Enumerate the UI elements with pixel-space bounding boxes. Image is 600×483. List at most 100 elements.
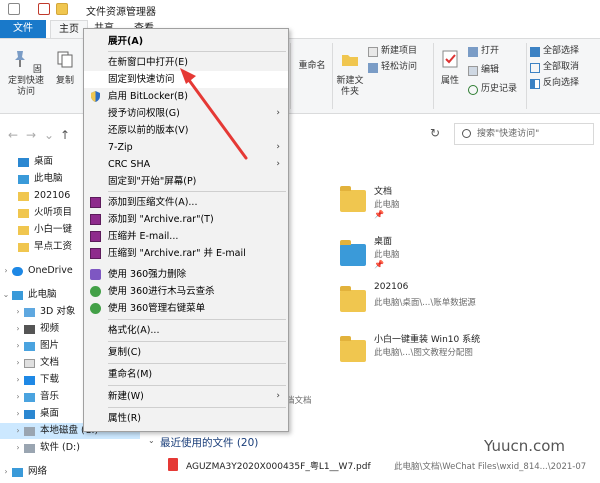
chevron-down-icon[interactable]: ⌄ bbox=[0, 287, 12, 303]
ribbon-divider bbox=[526, 43, 527, 109]
nav-label: 桌面 bbox=[40, 408, 60, 419]
chevron-right-icon[interactable]: › bbox=[12, 304, 24, 320]
submenu-arrow-icon: › bbox=[276, 142, 280, 152]
select-all-button[interactable]: 全部选择 bbox=[530, 45, 579, 58]
chevron-down-icon[interactable]: ⌄ bbox=[148, 436, 155, 445]
chevron-right-icon[interactable]: › bbox=[12, 355, 24, 371]
menu-item-compress-email[interactable]: 压缩并 E-mail... bbox=[84, 228, 288, 245]
submenu-arrow-icon: › bbox=[276, 108, 280, 118]
winrar-icon bbox=[90, 231, 101, 242]
nav-label: 音乐 bbox=[40, 391, 60, 402]
menu-item-rename[interactable]: 重命名(M) bbox=[84, 366, 288, 383]
menu-item-new[interactable]: 新建(W) › bbox=[84, 388, 288, 405]
nav-label: 软件 (D:) bbox=[40, 442, 80, 453]
menu-item-360-scan[interactable]: 使用 360进行木马云查杀 bbox=[84, 283, 288, 300]
new-folder-icon bbox=[342, 55, 358, 66]
recent-file-name[interactable]: AGUZMA3Y2020X000435F_粤L1__W7.pdf bbox=[186, 459, 371, 472]
menu-label: 授予访问权限(G) bbox=[108, 108, 180, 119]
menu-item-grant-access[interactable]: 授予访问权限(G) › bbox=[84, 105, 288, 122]
new-item-button[interactable]: 新建项目 bbox=[368, 45, 417, 58]
back-arrow-icon[interactable]: ← bbox=[8, 128, 18, 142]
folder-202106-icon[interactable] bbox=[340, 286, 366, 312]
nav-label: 此电脑 bbox=[34, 173, 63, 184]
copy-button[interactable]: 复制 bbox=[52, 49, 78, 87]
menu-separator bbox=[108, 319, 286, 320]
forward-arrow-icon[interactable]: → bbox=[26, 128, 36, 142]
invert-selection-button[interactable]: 反向选择 bbox=[530, 77, 579, 90]
recent-files-header[interactable]: 最近使用的文件 (20) bbox=[160, 435, 258, 450]
nav-item-network[interactable]: › 网络 bbox=[0, 464, 140, 480]
folder-name[interactable]: 桌面 bbox=[374, 234, 392, 247]
menu-label: 压缩并 E-mail... bbox=[108, 231, 179, 242]
easy-access-button[interactable]: 轻松访问 bbox=[368, 61, 417, 74]
chevron-right-icon[interactable]: › bbox=[0, 263, 12, 279]
nav-item-drive-d[interactable]: › 软件 (D:) bbox=[0, 440, 140, 456]
chevron-right-icon[interactable]: › bbox=[12, 389, 24, 405]
up-arrow-icon[interactable]: ↑ bbox=[60, 128, 70, 142]
menu-label: 压缩到 "Archive.rar" 并 E-mail bbox=[108, 248, 246, 259]
menu-item-360-delete[interactable]: 使用 360强力删除 bbox=[84, 266, 288, 283]
new-item-label: 新建项目 bbox=[381, 46, 418, 56]
menu-separator bbox=[108, 341, 286, 342]
nav-label: 小白一键 bbox=[34, 224, 73, 235]
drive-icon bbox=[24, 426, 35, 436]
menu-item-bitlocker[interactable]: 启用 BitLocker(B) bbox=[84, 88, 288, 105]
recent-locations-icon[interactable]: ⌄ bbox=[44, 128, 54, 142]
folder-name[interactable]: 文档 bbox=[374, 184, 392, 197]
easy-access-icon bbox=[368, 62, 378, 73]
search-placeholder: 搜索"快速访问" bbox=[477, 129, 540, 139]
folder-documents-icon[interactable] bbox=[340, 186, 366, 212]
menu-item-copy[interactable]: 复制(C) bbox=[84, 344, 288, 361]
tab-file[interactable]: 文件 bbox=[0, 20, 46, 38]
search-input[interactable]: 搜索"快速访问" bbox=[454, 123, 594, 145]
new-folder-quick-icon[interactable] bbox=[56, 3, 68, 15]
folder-name[interactable]: 202106 bbox=[374, 282, 408, 292]
chevron-right-icon[interactable]: › bbox=[12, 321, 24, 337]
menu-item-add-archive-rar[interactable]: 添加到 "Archive.rar"(T) bbox=[84, 211, 288, 228]
history-button[interactable]: 历史记录 bbox=[468, 83, 517, 96]
folder-icon bbox=[18, 191, 29, 201]
edit-button[interactable]: 编辑 bbox=[468, 64, 499, 77]
submenu-arrow-icon: › bbox=[276, 159, 280, 169]
chevron-right-icon[interactable]: › bbox=[12, 423, 24, 439]
chevron-right-icon[interactable]: › bbox=[12, 440, 24, 456]
menu-item-compress-rar-email[interactable]: 压缩到 "Archive.rar" 并 E-mail bbox=[84, 245, 288, 262]
menu-item-open-new-window[interactable]: 在新窗口中打开(E) bbox=[84, 54, 288, 71]
360-delete-icon bbox=[90, 269, 101, 280]
open-button[interactable]: 打开 bbox=[468, 45, 499, 58]
properties-quick-icon[interactable] bbox=[38, 3, 50, 15]
folder-xiaobai-icon[interactable] bbox=[340, 336, 366, 362]
menu-item-properties[interactable]: 属性(R) bbox=[84, 410, 288, 427]
menu-item-7zip[interactable]: 7-Zip › bbox=[84, 139, 288, 156]
pin-quick-access-button[interactable]: 固定到快速访问 bbox=[6, 49, 46, 98]
menu-label: CRC SHA bbox=[108, 159, 151, 170]
menu-item-format[interactable]: 格式化(A)... bbox=[84, 322, 288, 339]
chevron-right-icon[interactable]: › bbox=[12, 338, 24, 354]
menu-item-restore-versions[interactable]: 还原以前的版本(V) bbox=[84, 122, 288, 139]
chevron-right-icon[interactable]: › bbox=[12, 406, 24, 422]
submenu-arrow-icon: › bbox=[276, 391, 280, 401]
menu-item-pin-quick-access[interactable]: 固定到快速访问 bbox=[84, 71, 288, 88]
desktop-icon bbox=[18, 157, 29, 167]
new-folder-button[interactable]: 新建文件夹 bbox=[335, 49, 365, 98]
menu-item-pin-start[interactable]: 固定到"开始"屏幕(P) bbox=[84, 173, 288, 190]
menu-separator bbox=[108, 407, 286, 408]
360-scan-icon bbox=[90, 286, 101, 297]
select-none-button[interactable]: 全部取消 bbox=[530, 61, 579, 74]
chevron-right-icon[interactable]: › bbox=[12, 372, 24, 388]
download-icon bbox=[24, 375, 35, 385]
menu-item-360-manage[interactable]: 使用 360管理右键菜单 bbox=[84, 300, 288, 317]
nav-label: 3D 对象 bbox=[40, 306, 76, 317]
menu-label: 启用 BitLocker(B) bbox=[108, 91, 188, 102]
menu-separator bbox=[108, 363, 286, 364]
rename-button[interactable]: 重命名 bbox=[294, 61, 330, 72]
menu-item-expand[interactable]: 展开(A) bbox=[84, 33, 288, 50]
properties-button[interactable]: 属性 bbox=[437, 49, 463, 87]
chevron-right-icon[interactable]: › bbox=[0, 464, 12, 480]
menu-item-crc-sha[interactable]: CRC SHA › bbox=[84, 156, 288, 173]
folder-name[interactable]: 小白一键重装 Win10 系统 bbox=[374, 332, 480, 345]
refresh-icon[interactable]: ↻ bbox=[430, 126, 440, 140]
menu-item-add-archive[interactable]: 添加到压缩文件(A)... bbox=[84, 194, 288, 211]
folder-desktop-icon[interactable] bbox=[340, 240, 366, 266]
menu-label: 7-Zip bbox=[108, 142, 133, 153]
